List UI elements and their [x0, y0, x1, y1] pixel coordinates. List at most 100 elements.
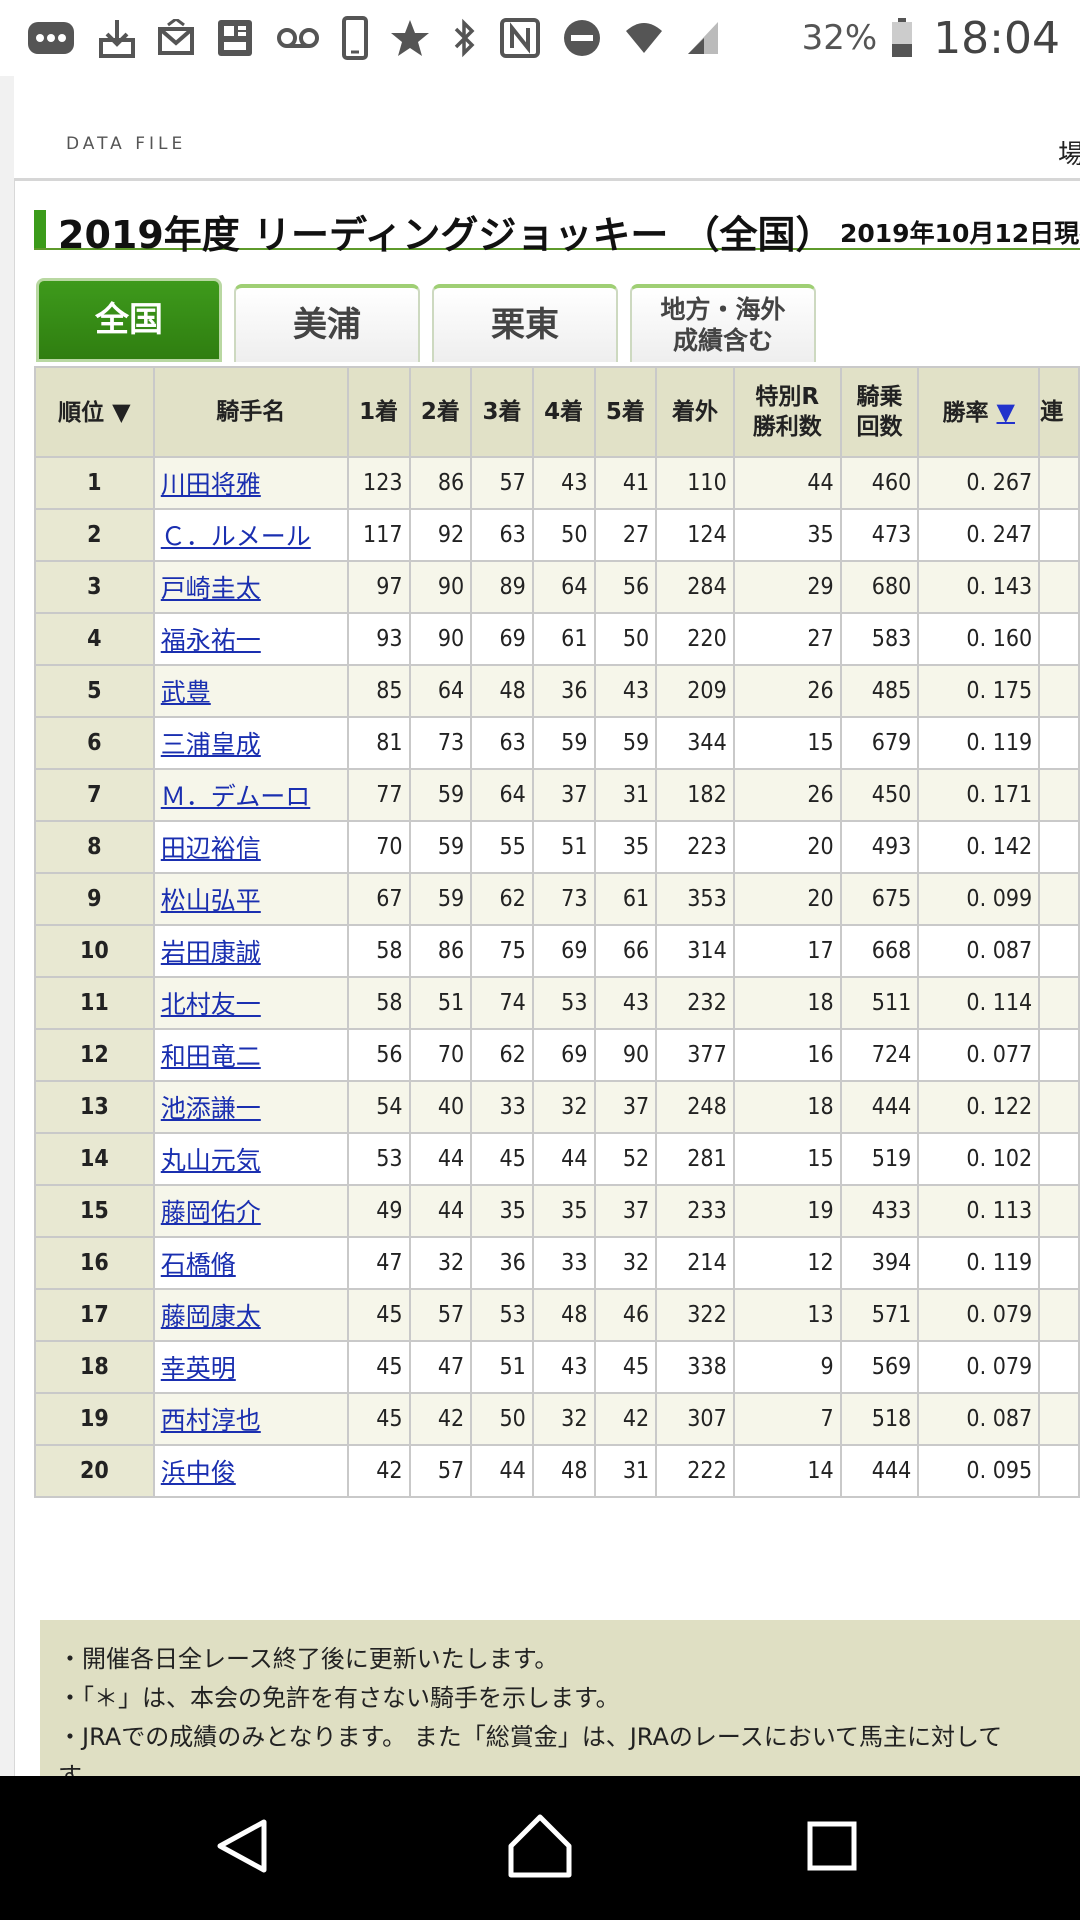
jockey-link[interactable]: 福永祐一 [161, 626, 261, 655]
cell-first: 45 [346, 1288, 411, 1342]
col-out: 着外 [655, 366, 735, 458]
jockey-link[interactable]: 和田竜二 [161, 1042, 261, 1071]
col-rank[interactable]: 順位 ▼ [34, 366, 155, 458]
home-button[interactable] [460, 1776, 620, 1920]
cell-fifth: 37 [593, 1080, 658, 1134]
cell-third: 53 [470, 1288, 534, 1342]
cell-fourth: 69 [531, 1028, 596, 1082]
cell-fifth: 43 [593, 664, 658, 718]
col-special-line1: 特別R [755, 384, 820, 410]
cell-second: 70 [408, 1028, 473, 1082]
cell-fourth: 53 [531, 976, 596, 1030]
cell-rides: 569 [839, 1340, 920, 1394]
cell-rank: 14 [34, 1132, 155, 1186]
jockey-link[interactable]: 松山弘平 [161, 886, 261, 915]
cell-third: 89 [470, 560, 534, 614]
cell-jockey: Ｍ．デムーロ [152, 768, 349, 822]
table-row: 18 幸英明 45 47 51 43 45 338 9 569 0. 079 [34, 1340, 1080, 1394]
jockey-link[interactable]: 丸山元気 [161, 1146, 261, 1175]
cell-fourth: 50 [531, 508, 596, 562]
place-link[interactable]: 場 [1058, 134, 1080, 171]
jockey-link[interactable]: 藤岡康太 [161, 1302, 261, 1331]
cell-third: 74 [470, 976, 534, 1030]
table-row: 15 藤岡佑介 49 44 35 35 37 233 19 433 0. 113 [34, 1184, 1080, 1238]
star-icon [390, 18, 430, 58]
cell-next [1038, 768, 1080, 822]
sort-desc-icon[interactable]: ▼ [112, 398, 130, 426]
page-title: 2019年度 リーディングジョッキー （全国） [58, 213, 834, 257]
jockey-link[interactable]: 藤岡佑介 [161, 1198, 261, 1227]
cell-out: 377 [655, 1028, 735, 1082]
table-row: 1 川田将雅 123 86 57 43 41 110 44 460 0. 267 [34, 456, 1080, 510]
table-row: 7 Ｍ．デムーロ 77 59 64 37 31 182 26 450 0. 171 [34, 768, 1080, 822]
cell-second: 44 [408, 1132, 473, 1186]
table-row: 5 武豊 85 64 48 36 43 209 26 485 0. 175 [34, 664, 1080, 718]
tab-miho[interactable]: 美浦 [234, 284, 420, 362]
cell-rides: 519 [839, 1132, 920, 1186]
cell-win-rate: 0. 079 [917, 1288, 1041, 1342]
cell-out: 344 [655, 716, 735, 770]
cell-special-wins: 15 [732, 716, 842, 770]
cell-fifth: 27 [593, 508, 658, 562]
col-win-rate[interactable]: 勝率 ▼ [917, 366, 1041, 458]
table-row: 10 岩田康誠 58 86 75 69 66 314 17 668 0. 087 [34, 924, 1080, 978]
cell-rank: 3 [34, 560, 155, 614]
recents-button[interactable] [752, 1776, 912, 1920]
cell-fifth: 31 [593, 768, 658, 822]
cell-rank: 20 [34, 1444, 155, 1498]
cell-third: 64 [470, 768, 534, 822]
cell-rides: 493 [839, 820, 920, 874]
jockey-link[interactable]: 石橋脩 [161, 1250, 236, 1279]
cell-second: 32 [408, 1236, 473, 1290]
tab-ritto-label: 栗東 [491, 305, 559, 345]
mail-icon [158, 19, 194, 57]
jockey-link[interactable]: 浜中俊 [161, 1458, 236, 1487]
cell-first: 117 [346, 508, 411, 562]
note-line: ・「＊」は、本会の免許を有さない騎手を示します。 [58, 1684, 620, 1712]
cell-second: 59 [408, 768, 473, 822]
jockey-link[interactable]: 北村友一 [161, 990, 261, 1019]
tab-local-overseas[interactable]: 地方・海外 成績含む [630, 284, 816, 362]
table-row: 2 Ｃ．ルメール 117 92 63 50 27 124 35 473 0. 247 [34, 508, 1080, 562]
jockey-link[interactable]: 戸崎圭太 [161, 574, 261, 603]
cell-out: 233 [655, 1184, 735, 1238]
cell-jockey: 幸英明 [152, 1340, 349, 1394]
cell-special-wins: 20 [732, 872, 842, 926]
note-line: ・開催各日全レース終了後に更新いたします。 [58, 1645, 559, 1673]
jockey-link[interactable]: 岩田康誠 [161, 938, 261, 967]
jockey-link[interactable]: 田辺裕信 [161, 834, 261, 863]
jockey-link[interactable]: 武豊 [161, 678, 211, 707]
table-row: 3 戸崎圭太 97 90 89 64 56 284 29 680 0. 143 [34, 560, 1080, 614]
cell-next [1038, 716, 1080, 770]
jockey-link[interactable]: Ｃ．ルメール [161, 522, 311, 551]
col-special-wins: 特別R 勝利数 [732, 366, 842, 458]
cell-rank: 9 [34, 872, 155, 926]
table-row: 8 田辺裕信 70 59 55 51 35 223 20 493 0. 142 [34, 820, 1080, 874]
table-row: 12 和田竜二 56 70 62 69 90 377 16 724 0. 077 [34, 1028, 1080, 1082]
col-name: 騎手名 [152, 366, 349, 458]
cell-special-wins: 7 [732, 1392, 842, 1446]
jockey-link[interactable]: 池添謙一 [161, 1094, 261, 1123]
col-win-rate-label: 勝率 [942, 399, 989, 426]
tab-national[interactable]: 全国 [36, 278, 222, 362]
jockey-link[interactable]: 三浦皇成 [161, 730, 261, 759]
cell-out: 353 [655, 872, 735, 926]
tab-local-overseas-label: 地方・海外 成績含む [660, 294, 785, 356]
status-bar: 32% 18:04 [0, 0, 1080, 76]
back-button[interactable] [162, 1776, 322, 1920]
cell-next [1038, 1132, 1080, 1186]
cell-fifth: 56 [593, 560, 658, 614]
cell-first: 49 [346, 1184, 411, 1238]
cell-rides: 724 [839, 1028, 920, 1082]
jockey-link[interactable]: Ｍ．デムーロ [161, 782, 311, 811]
sort-desc-icon[interactable]: ▼ [997, 398, 1015, 426]
jockey-link[interactable]: 川田将雅 [161, 470, 261, 499]
jockey-link[interactable]: 西村淳也 [161, 1406, 261, 1435]
cell-win-rate: 0. 171 [917, 768, 1041, 822]
cell-out: 232 [655, 976, 735, 1030]
cell-rank: 13 [34, 1080, 155, 1134]
cell-next [1038, 976, 1080, 1030]
cell-next [1038, 1444, 1080, 1498]
tab-ritto[interactable]: 栗東 [432, 284, 618, 362]
jockey-link[interactable]: 幸英明 [161, 1354, 236, 1383]
